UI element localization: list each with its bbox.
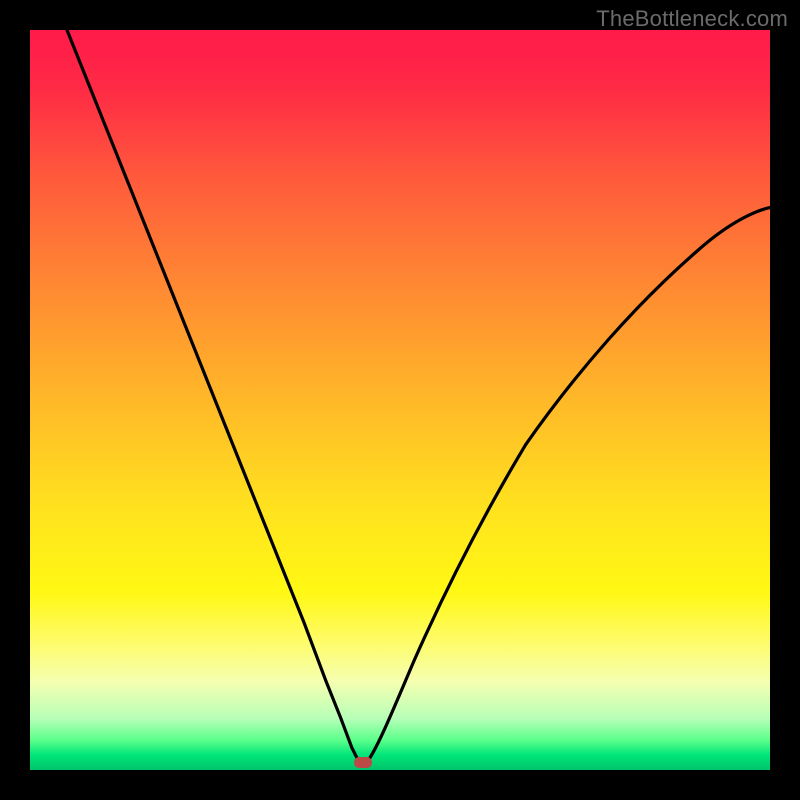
curve-right-branch xyxy=(367,208,770,763)
watermark-text: TheBottleneck.com xyxy=(596,6,788,32)
bottleneck-marker xyxy=(354,757,372,768)
curve-left-branch xyxy=(67,30,359,763)
chart-frame: TheBottleneck.com xyxy=(0,0,800,800)
bottleneck-curve xyxy=(30,30,770,770)
